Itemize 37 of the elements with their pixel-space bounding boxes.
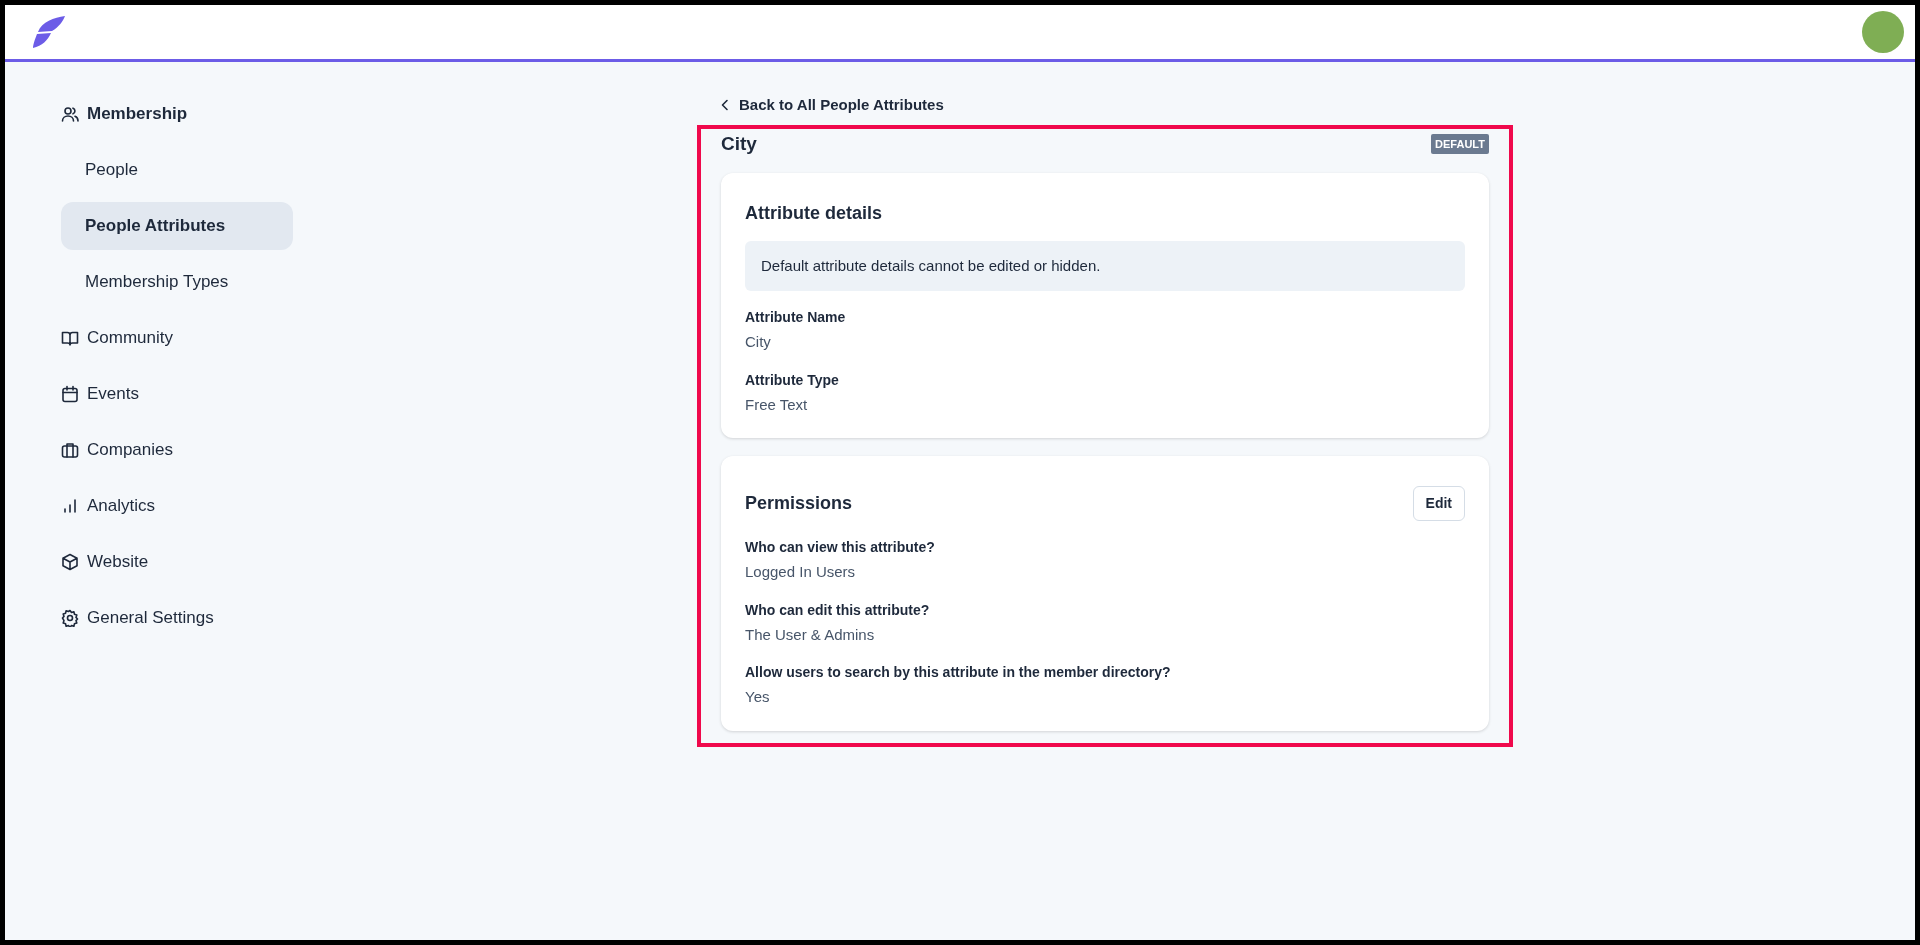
sidebar-item[interactable]: Community (61, 314, 295, 362)
card-title: Attribute details (745, 203, 882, 225)
back-link[interactable]: Back to All People Attributes (721, 94, 944, 117)
field-value: Free Text (745, 394, 809, 415)
sidebar-item[interactable]: Membership (61, 90, 295, 138)
field-value: Yes (745, 687, 771, 708)
page-title: City (721, 132, 757, 156)
chevron-left-icon (721, 99, 729, 112)
field-label: Who can edit this attribute? (745, 600, 931, 620)
field-value: City (745, 332, 772, 353)
cube-icon (61, 553, 79, 571)
field-label: Who can view this attribute? (745, 538, 936, 558)
sidebar-subitem[interactable]: Membership Types (61, 258, 293, 306)
settings-icon (61, 609, 79, 627)
leaf-logo-icon[interactable] (32, 15, 66, 49)
field-label: Attribute Name (745, 308, 847, 328)
sidebar-subitem[interactable]: People (61, 146, 293, 194)
sidebar-subitem[interactable]: People Attributes (61, 202, 293, 250)
field-label: Allow users to search by this attribute in the member directory? (745, 663, 1172, 683)
sidebar-item[interactable]: Analytics (61, 482, 295, 530)
open-book-icon (61, 329, 79, 347)
sidebar-item[interactable]: Companies (61, 426, 295, 474)
avatar-photo-placeholder[interactable] (1862, 11, 1904, 53)
sidebar-item[interactable]: Events (61, 370, 295, 418)
sidebar-item[interactable]: General Settings (61, 594, 295, 642)
card-title: Permissions (745, 493, 853, 515)
default-tag: DEFAULT (1431, 133, 1489, 155)
field-value: The User & Admins (745, 624, 876, 645)
calendar-icon (61, 385, 79, 403)
briefcase-icon (61, 441, 79, 459)
edit-button[interactable]: Edit (1412, 486, 1465, 522)
field-label: Attribute Type (745, 370, 840, 390)
field-value: Logged In Users (745, 562, 857, 583)
bar-chart-icon (61, 497, 79, 515)
sidebar-item[interactable]: Website (61, 538, 295, 586)
info-notice: Default attribute details cannot be edited or hidden. (745, 240, 1465, 292)
people-icon (61, 105, 79, 123)
